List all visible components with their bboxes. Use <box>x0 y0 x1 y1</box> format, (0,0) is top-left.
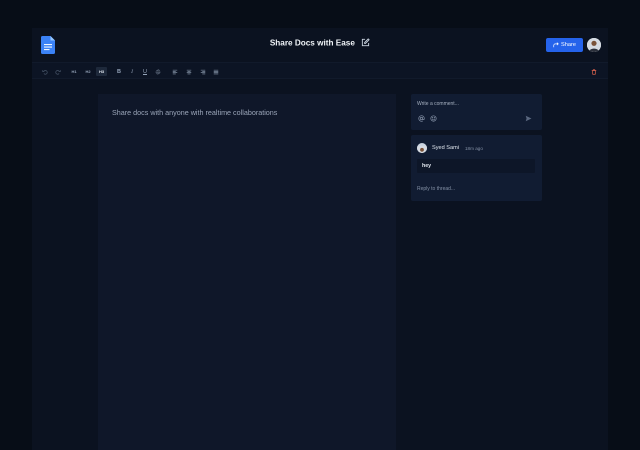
strikethrough-icon <box>155 69 161 74</box>
header: Share Docs with Ease Share <box>32 28 608 62</box>
italic-button[interactable]: I <box>127 67 137 76</box>
undo-icon <box>42 69 48 75</box>
align-right-icon <box>200 69 206 74</box>
redo-button[interactable] <box>54 67 62 76</box>
comment-input[interactable]: Write a comment... <box>417 101 459 107</box>
heading-2-button[interactable]: H2 <box>83 67 93 76</box>
share-button[interactable]: Share <box>546 38 583 52</box>
share-button-label: Share <box>561 42 576 48</box>
user-avatar-image <box>587 38 601 52</box>
underline-button[interactable]: U <box>140 67 150 76</box>
document-title[interactable]: Share Docs with Ease <box>270 38 355 47</box>
align-left-icon <box>172 69 178 74</box>
user-avatar[interactable] <box>587 38 601 52</box>
comment-author: Syed Sami <box>432 144 460 151</box>
send-icon[interactable] <box>525 115 532 122</box>
emoji-icon[interactable] <box>430 115 437 122</box>
align-center-button[interactable] <box>184 67 194 76</box>
title-container: Share Docs with Ease <box>32 38 608 47</box>
align-right-button[interactable] <box>198 67 208 76</box>
app-window: Share Docs with Ease Share H1 H2 H3 B I … <box>32 28 608 450</box>
comment-thread: Syed Sami 18m ago hey Reply to thread... <box>411 135 542 201</box>
comment-message: hey <box>417 159 535 173</box>
formatting-toolbar: H1 H2 H3 B I U <box>32 62 608 79</box>
comment-author-avatar <box>417 143 427 153</box>
comment-timestamp: 18m ago <box>465 145 483 151</box>
redo-icon <box>55 69 61 75</box>
bold-button[interactable]: B <box>114 67 124 76</box>
edit-title-icon[interactable] <box>361 38 370 47</box>
align-left-button[interactable] <box>170 67 180 76</box>
heading-3-button[interactable]: H3 <box>96 67 107 76</box>
reply-to-thread-input[interactable]: Reply to thread... <box>417 186 455 192</box>
share-icon <box>553 42 559 48</box>
align-justify-button[interactable] <box>211 67 221 76</box>
align-center-icon <box>186 69 192 74</box>
document-editor[interactable]: Share docs with anyone with realtime col… <box>98 94 396 450</box>
comment-author-avatar-image <box>417 146 427 153</box>
delete-button[interactable] <box>589 67 599 76</box>
editor-content[interactable]: Share docs with anyone with realtime col… <box>112 108 277 117</box>
mention-icon[interactable] <box>418 115 425 122</box>
align-justify-icon <box>213 69 219 74</box>
heading-1-button[interactable]: H1 <box>69 67 79 76</box>
new-comment-box[interactable]: Write a comment... <box>411 94 542 130</box>
strikethrough-button[interactable] <box>153 67 163 76</box>
undo-button[interactable] <box>41 67 49 76</box>
trash-icon <box>591 68 597 75</box>
